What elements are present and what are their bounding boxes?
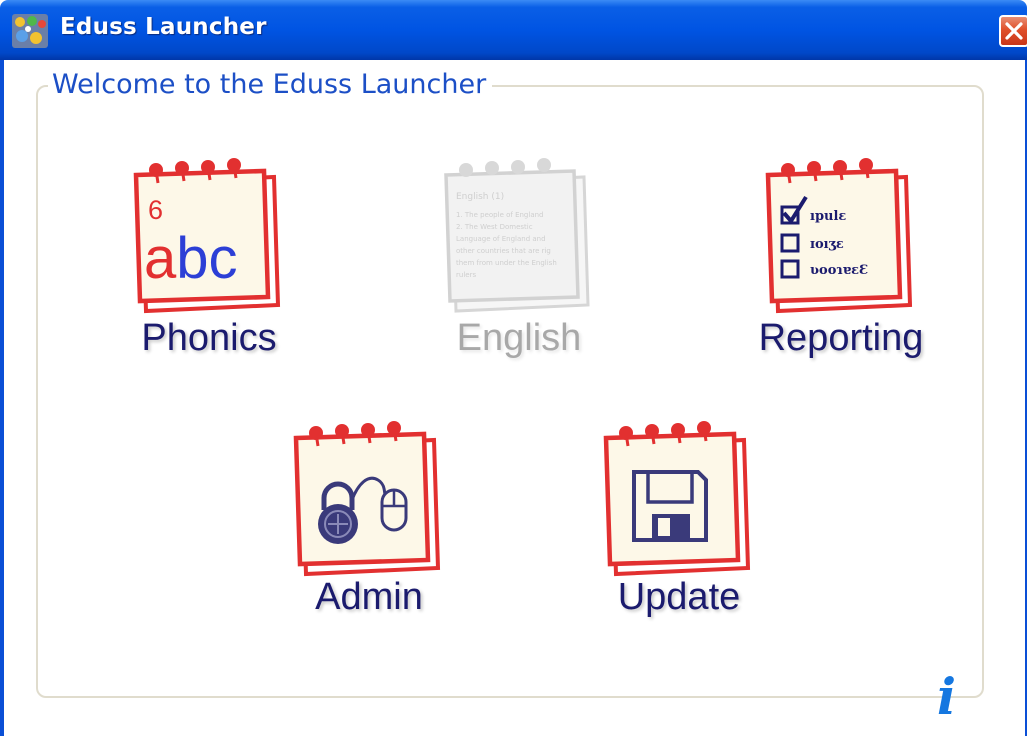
admin-icon [293, 421, 441, 577]
english-label: English [456, 317, 582, 359]
floppy-disk-icon [632, 470, 708, 542]
close-icon [1005, 22, 1023, 40]
phonics-button[interactable]: 6 abc Phonics [124, 155, 294, 375]
english-page-line: English (1) [456, 192, 504, 202]
english-page-line: other countries that are rig [456, 247, 551, 255]
phonics-label: Phonics [141, 317, 277, 359]
reporting-label: Reporting [758, 317, 924, 359]
update-icon [603, 421, 751, 577]
info-glyph: i [937, 670, 956, 720]
info-icon[interactable]: i [933, 670, 967, 720]
reporting-button[interactable]: ıpulε ɪoıʒε ʋooɿɐɛƐ Reporting [756, 155, 926, 375]
admin-button[interactable]: Admin [284, 418, 454, 633]
phonics-icon: 6 abc [133, 158, 281, 314]
title-bar: Eduss Launcher [0, 0, 1027, 60]
reporting-item-1: ıpulε [810, 209, 846, 224]
english-page-line: rulers [456, 271, 476, 279]
english-button[interactable]: English (1) 1. The people of England 2. Th… [434, 155, 604, 375]
phonics-icon-text: abc [144, 226, 238, 291]
client-area: Welcome to the Eduss Launcher 6 abc Phon… [4, 60, 1025, 736]
update-label: Update [617, 576, 741, 618]
reporting-item-2: ɪoıʒε [810, 237, 844, 252]
english-page-line: 2. The West Domestic [456, 223, 533, 231]
window-title: Eduss Launcher [60, 14, 267, 40]
english-page-line: them from under the English [456, 259, 557, 267]
update-button[interactable]: Update [594, 418, 764, 633]
phonics-icon-number: 6 [148, 195, 163, 225]
english-page-line: 1. The people of England [456, 211, 544, 219]
english-icon: English (1) 1. The people of England 2. Th… [444, 158, 590, 313]
reporting-icon: ıpulε ɪoıʒε ʋooɿɐɛƐ [765, 158, 913, 314]
admin-label: Admin [315, 576, 423, 618]
close-button[interactable] [999, 15, 1027, 47]
reporting-item-3: ʋooɿɐɛƐ [810, 263, 868, 278]
groupbox-legend: Welcome to the Eduss Launcher [48, 69, 493, 100]
app-icon [12, 14, 48, 48]
english-page-line: Language of England and [456, 235, 546, 243]
